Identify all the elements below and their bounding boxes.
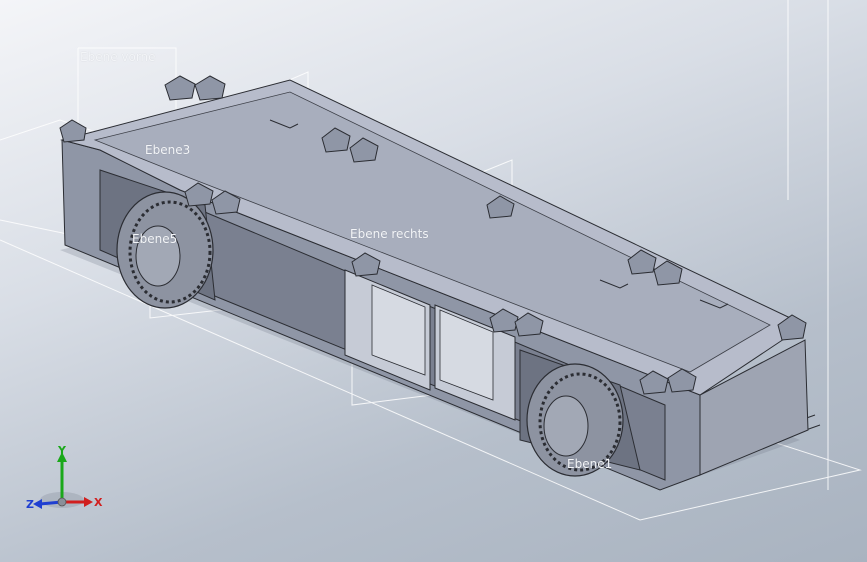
y-axis-label: Y [58,444,66,457]
plane-label-1: Ebene1 [567,457,613,471]
orientation-triad[interactable]: Y X Z [22,444,112,520]
plane-label-5: Ebene5 [132,232,178,246]
x-axis-label: X [94,496,103,509]
vehicle-model[interactable] [0,0,867,562]
front-wheel [116,191,214,309]
plane-label-3: Ebene3 [145,143,191,157]
z-axis-label: Z [26,498,34,511]
plane-label-right: Ebene rechts [350,227,429,241]
plane-label-front: Ebene vorne [80,50,156,64]
3d-viewport[interactable]: Ebene vorne Ebene3 Ebene5 Ebene rechts E… [0,0,867,562]
